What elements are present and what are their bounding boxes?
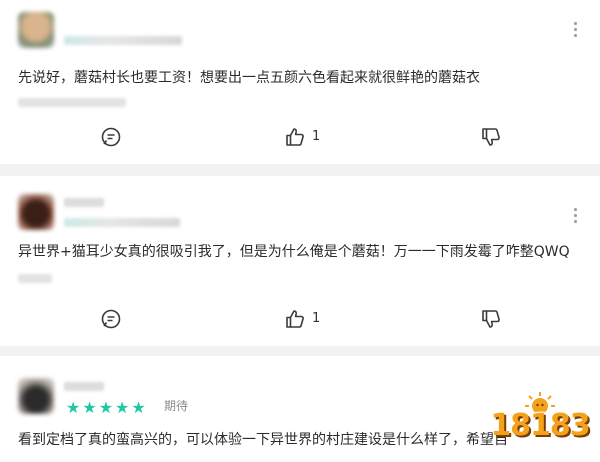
avatar[interactable] xyxy=(18,12,54,48)
reply-bubble-icon[interactable] xyxy=(100,308,122,330)
star-icon: ★ xyxy=(66,398,81,417)
comment-card: 异世界+猫耳少女真的很吸引我了，但是为什么俺是个蘑菇！万一一下雨发霉了咋整QWQ… xyxy=(0,176,600,346)
thumbs-up-icon[interactable] xyxy=(284,126,306,148)
star-icon: ★ xyxy=(115,398,130,417)
thumbs-down-icon[interactable] xyxy=(480,126,502,148)
reply-bubble-icon[interactable] xyxy=(100,126,122,148)
username-blurred xyxy=(64,36,182,45)
action-bar: 1 xyxy=(0,306,600,334)
like-count: 1 xyxy=(312,311,321,326)
avatar[interactable] xyxy=(18,378,54,414)
comment-text: 异世界+猫耳少女真的很吸引我了，但是为什么俺是个蘑菇！万一一下雨发霉了咋整QWQ xyxy=(18,244,570,260)
thumbs-down-icon[interactable] xyxy=(480,308,502,330)
username-blurred xyxy=(64,198,104,207)
comment-card: 先说好，蘑菇村长也要工资！想要出一点五颜六色看起来就很鲜艳的蘑菇衣 1 xyxy=(0,0,600,164)
more-vertical-icon[interactable] xyxy=(574,208,578,224)
user-meta-blurred xyxy=(64,218,180,227)
comment-meta-blurred xyxy=(18,98,126,107)
star-icon: ★ xyxy=(82,398,97,417)
star-icon: ★ xyxy=(98,398,114,417)
like-count: 1 xyxy=(312,129,321,144)
more-vertical-icon[interactable] xyxy=(574,22,578,38)
comment-meta-blurred xyxy=(18,274,52,283)
thumbs-up-icon[interactable] xyxy=(284,308,306,330)
avatar[interactable] xyxy=(18,194,54,230)
rating-stars: ★ ★ ★ ★ ★ xyxy=(66,398,148,417)
watermark-logo: 18183 xyxy=(486,390,594,458)
rating-label: 期待 xyxy=(164,399,189,413)
comment-text: 看到定档了真的蛮高兴的，可以体验一下异世界的村庄建设是什么样了，希望自 xyxy=(18,432,508,448)
watermark-text: 18183 xyxy=(490,408,590,443)
comment-text: 先说好，蘑菇村长也要工资！想要出一点五颜六色看起来就很鲜艳的蘑菇衣 xyxy=(18,70,480,86)
action-bar: 1 xyxy=(0,124,600,152)
star-icon: ★ xyxy=(131,398,146,417)
username-blurred xyxy=(64,382,104,391)
